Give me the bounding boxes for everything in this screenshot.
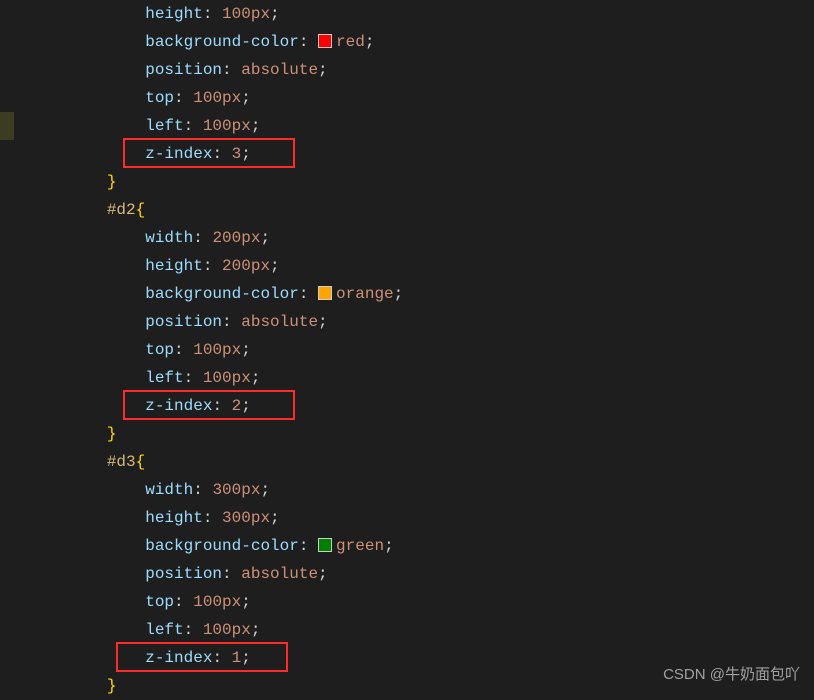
watermark: CSDN @牛奶面包吖 bbox=[663, 661, 800, 689]
code-line[interactable]: height: 300px; bbox=[30, 504, 814, 532]
css-property: top bbox=[145, 341, 174, 359]
css-selector: #d2 bbox=[107, 201, 136, 219]
code-line[interactable]: position: absolute; bbox=[30, 308, 814, 336]
css-property: height bbox=[145, 509, 203, 527]
css-value: 100px bbox=[193, 593, 241, 611]
color-swatch-orange[interactable] bbox=[318, 286, 332, 300]
open-brace: { bbox=[136, 453, 146, 471]
css-property: background-color bbox=[145, 285, 299, 303]
css-property: width bbox=[145, 481, 193, 499]
css-property: top bbox=[145, 593, 174, 611]
code-line[interactable]: } bbox=[30, 420, 814, 448]
css-value: 300px bbox=[222, 509, 270, 527]
css-property: z-index bbox=[145, 649, 212, 667]
code-line[interactable]: #d2{ bbox=[30, 196, 814, 224]
code-line[interactable]: width: 300px; bbox=[30, 476, 814, 504]
code-line[interactable]: top: 100px; bbox=[30, 336, 814, 364]
css-property: z-index bbox=[145, 397, 212, 415]
code-line[interactable]: top: 100px; bbox=[30, 84, 814, 112]
css-property: position bbox=[145, 61, 222, 79]
css-property: left bbox=[145, 369, 183, 387]
css-property: left bbox=[145, 621, 183, 639]
close-brace: } bbox=[107, 677, 117, 695]
css-property: background-color bbox=[145, 537, 299, 555]
css-value: absolute bbox=[241, 313, 318, 331]
css-value: 200px bbox=[222, 257, 270, 275]
code-line[interactable]: background-color: orange; bbox=[30, 280, 814, 308]
color-swatch-red[interactable] bbox=[318, 34, 332, 48]
css-property: left bbox=[145, 117, 183, 135]
code-editor[interactable]: height: 100px; background-color: red; po… bbox=[0, 0, 814, 699]
code-line[interactable]: top: 100px; bbox=[30, 588, 814, 616]
css-value: 300px bbox=[212, 481, 260, 499]
css-value: 100px bbox=[203, 621, 251, 639]
css-property: height bbox=[145, 5, 203, 23]
css-value: 3 bbox=[232, 145, 242, 163]
css-value: 100px bbox=[203, 117, 251, 135]
css-property: background-color bbox=[145, 33, 299, 51]
css-value: 100px bbox=[203, 369, 251, 387]
open-brace: { bbox=[136, 201, 146, 219]
css-value: green bbox=[336, 537, 384, 555]
code-line[interactable]: left: 100px; bbox=[30, 364, 814, 392]
code-line[interactable]: #d3{ bbox=[30, 448, 814, 476]
css-value: orange bbox=[336, 285, 394, 303]
code-line[interactable]: z-index: 2; bbox=[30, 392, 814, 420]
css-value: red bbox=[336, 33, 365, 51]
css-property: z-index bbox=[145, 145, 212, 163]
code-line[interactable]: height: 200px; bbox=[30, 252, 814, 280]
css-value: 1 bbox=[232, 649, 242, 667]
code-line[interactable]: position: absolute; bbox=[30, 56, 814, 84]
css-property: width bbox=[145, 229, 193, 247]
css-value: absolute bbox=[241, 565, 318, 583]
css-property: top bbox=[145, 89, 174, 107]
code-line[interactable]: height: 100px; bbox=[30, 0, 814, 28]
css-property: position bbox=[145, 565, 222, 583]
code-line[interactable]: left: 100px; bbox=[30, 616, 814, 644]
css-selector: #d3 bbox=[107, 453, 136, 471]
css-value: absolute bbox=[241, 61, 318, 79]
code-line[interactable]: position: absolute; bbox=[30, 560, 814, 588]
code-line[interactable]: background-color: green; bbox=[30, 532, 814, 560]
css-value: 100px bbox=[193, 89, 241, 107]
css-value: 100px bbox=[222, 5, 270, 23]
close-brace: } bbox=[107, 173, 117, 191]
css-value: 100px bbox=[193, 341, 241, 359]
code-line[interactable]: z-index: 3; bbox=[30, 140, 814, 168]
code-line[interactable]: } bbox=[30, 168, 814, 196]
css-property: position bbox=[145, 313, 222, 331]
css-value: 200px bbox=[212, 229, 260, 247]
code-line[interactable]: left: 100px; bbox=[30, 112, 814, 140]
close-brace: } bbox=[107, 425, 117, 443]
color-swatch-green[interactable] bbox=[318, 538, 332, 552]
css-property: height bbox=[145, 257, 203, 275]
css-value: 2 bbox=[232, 397, 242, 415]
code-line[interactable]: background-color: red; bbox=[30, 28, 814, 56]
code-line[interactable]: width: 200px; bbox=[30, 224, 814, 252]
